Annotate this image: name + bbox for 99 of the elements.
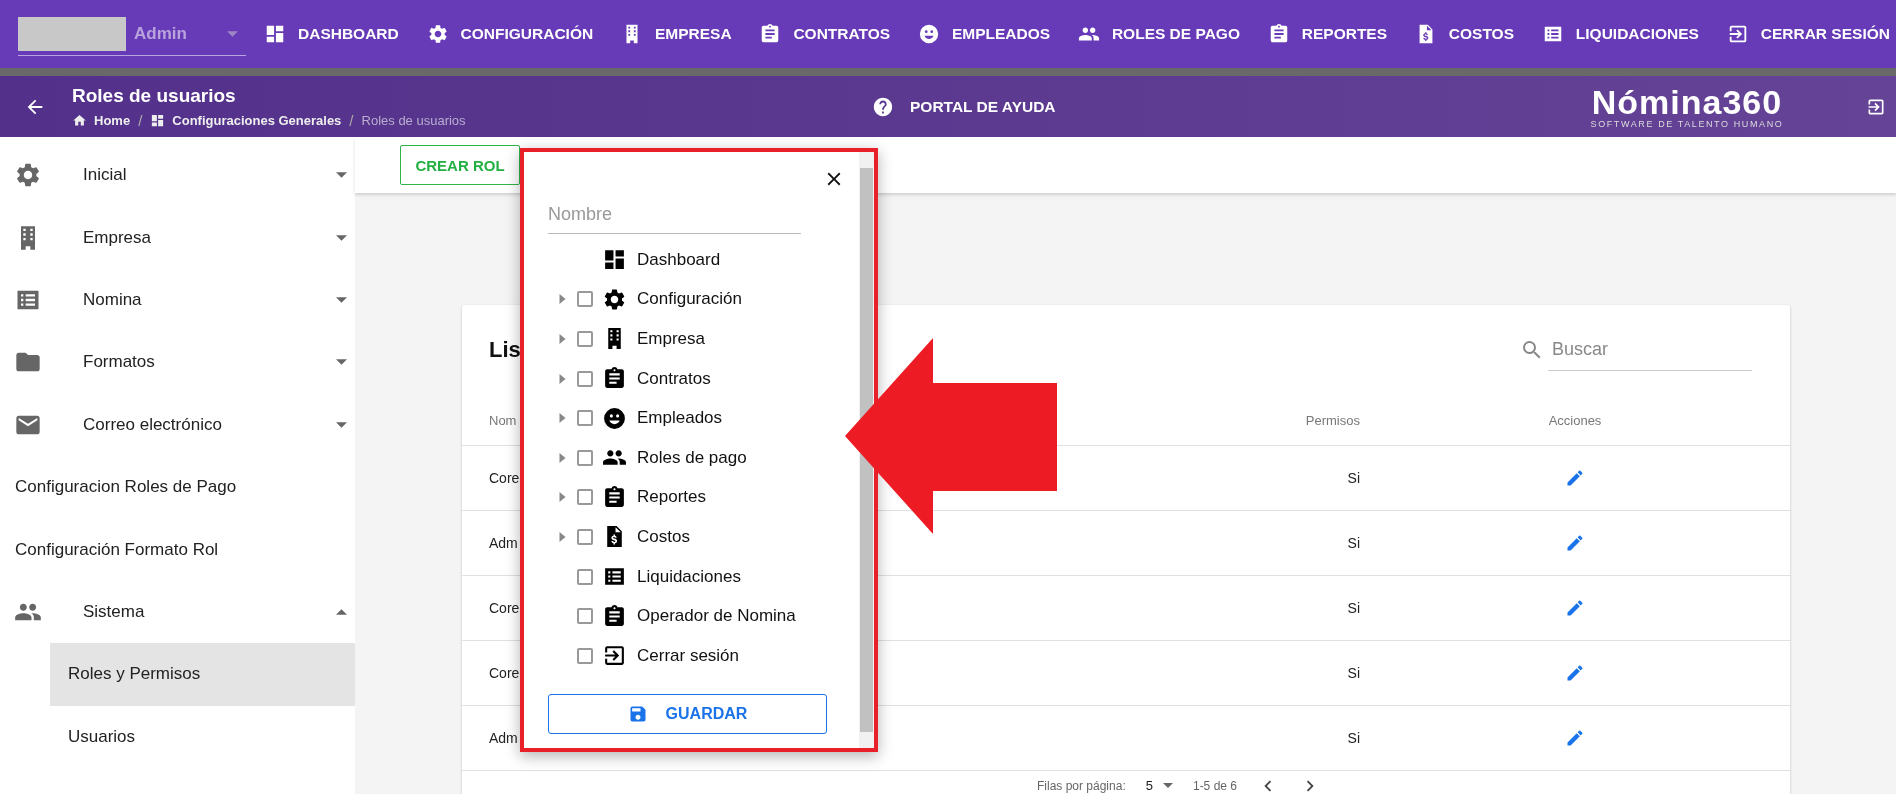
caret-icon xyxy=(336,608,347,615)
breadcrumb-separator: / xyxy=(138,111,143,129)
tree-item-label[interactable]: Configuración xyxy=(637,289,742,310)
column-header: Nom xyxy=(489,412,517,428)
breadcrumb-link[interactable]: Configuraciones Generales xyxy=(150,112,342,128)
checkbox[interactable] xyxy=(577,410,593,427)
checkbox[interactable] xyxy=(577,291,593,308)
nav-link[interactable]: LIQUIDACIONES xyxy=(1541,23,1699,45)
column-header: Permisos xyxy=(1305,412,1360,428)
edit-icon[interactable] xyxy=(1565,728,1585,748)
page-range: 1-5 de 6 xyxy=(1192,778,1237,793)
nav-link[interactable]: EMPRESA xyxy=(620,23,732,45)
breadcrumb-separator: / xyxy=(349,111,354,129)
table-cell: Core xyxy=(489,470,520,486)
checkbox[interactable] xyxy=(577,489,593,506)
checkbox[interactable] xyxy=(577,449,593,466)
sidebar-subitem[interactable]: Roles y Permisos xyxy=(50,643,355,706)
dashboard-icon xyxy=(264,23,286,45)
sidebar-item[interactable]: Empresa xyxy=(0,206,355,269)
expand-icon[interactable] xyxy=(559,452,566,463)
clipboard-icon xyxy=(602,484,627,510)
nav-link[interactable]: CONFIGURACIÓN xyxy=(426,23,594,45)
expand-icon[interactable] xyxy=(559,334,566,344)
nav-link[interactable]: ROLES DE PAGO xyxy=(1077,23,1240,45)
caret-icon xyxy=(336,234,347,241)
expand-icon[interactable] xyxy=(559,492,566,503)
home-icon xyxy=(72,112,87,128)
help-link[interactable]: PORTAL DE AYUDA xyxy=(872,95,1056,118)
save-button[interactable]: GUARDAR xyxy=(548,694,827,734)
caret-icon xyxy=(227,30,238,37)
nav-link[interactable]: EMPLEADOS xyxy=(917,23,1051,45)
table-cell: Adm xyxy=(489,535,518,551)
table-cell: Core xyxy=(489,600,520,616)
nav-link[interactable]: COSTOS xyxy=(1414,23,1514,45)
expand-icon[interactable] xyxy=(559,294,566,305)
tree-item-label[interactable]: Dashboard xyxy=(637,249,721,270)
tree-item-label[interactable]: Cerrar sesión xyxy=(637,645,740,666)
breadcrumb-link[interactable]: Home xyxy=(72,112,131,128)
edit-icon[interactable] xyxy=(1565,598,1585,618)
scrollbar[interactable] xyxy=(859,152,874,748)
checkbox[interactable] xyxy=(577,331,593,347)
sidebar-subitem[interactable]: Usuarios xyxy=(50,705,355,768)
nav-link[interactable]: DASHBOARD xyxy=(264,23,399,45)
table-cell: Adm xyxy=(489,730,518,746)
logo-tagline: SOFTWARE DE TALENTO HUMANO xyxy=(1590,118,1784,129)
caret-icon xyxy=(336,172,347,179)
nav-link[interactable]: CERRAR SESIÓN xyxy=(1726,23,1890,45)
edit-icon[interactable] xyxy=(1565,533,1585,553)
page-title: Roles de usuarios xyxy=(72,84,237,107)
dashboard-icon xyxy=(150,112,166,128)
checkbox[interactable] xyxy=(577,608,593,625)
tree-item-label[interactable]: Roles de pago xyxy=(637,447,747,468)
edit-icon[interactable] xyxy=(1565,663,1585,683)
checkbox[interactable] xyxy=(577,370,593,387)
expand-icon[interactable] xyxy=(559,373,566,384)
caret-icon xyxy=(336,296,347,303)
table-cell: Core xyxy=(489,665,520,681)
tree-item-label[interactable]: Liquidaciones xyxy=(637,566,741,587)
checkbox[interactable] xyxy=(577,528,593,545)
sidebar-item[interactable]: Sistema xyxy=(0,580,355,644)
caret-icon xyxy=(336,359,347,366)
tree-item-label[interactable]: Reportes xyxy=(637,487,706,508)
tree-item-label[interactable]: Operador de Nomina xyxy=(637,606,796,627)
face-icon xyxy=(917,23,940,45)
settings-icon xyxy=(426,23,449,45)
sidebar-item[interactable]: Nomina xyxy=(0,268,355,332)
rows-per-page-label: Filas por página: xyxy=(1037,778,1126,793)
caret-icon xyxy=(336,421,347,428)
tree-item-label[interactable]: Empleados xyxy=(637,408,723,429)
edit-icon[interactable] xyxy=(1565,468,1585,488)
nav-link[interactable]: CONTRATOS xyxy=(759,23,891,45)
table-cell-text: Si xyxy=(1346,600,1360,616)
expand-icon[interactable] xyxy=(559,531,566,542)
expand-icon[interactable] xyxy=(559,413,566,424)
rows-per-page-select[interactable]: 5 xyxy=(1145,778,1173,793)
sidebar-item[interactable]: Inicial xyxy=(0,144,355,207)
checkbox[interactable] xyxy=(577,568,593,585)
sidebar-item[interactable]: Configuracion Roles de Pago xyxy=(0,455,355,519)
tree-item-label[interactable]: Costos xyxy=(637,526,690,547)
tree-item-label[interactable]: Contratos xyxy=(637,368,711,389)
clipboard-icon xyxy=(602,603,627,629)
table-cell-text: Si xyxy=(1346,535,1360,551)
sidebar-item[interactable]: Correo electrónico xyxy=(0,393,355,456)
logo-text: Nómina360 xyxy=(1591,84,1783,119)
caret-icon xyxy=(1162,783,1173,788)
face-icon xyxy=(602,405,627,431)
table-cell-text: Si xyxy=(1346,730,1360,746)
table-cell-text: Si xyxy=(1346,470,1360,486)
column-header: Acciones xyxy=(1548,412,1602,428)
tree-item-label[interactable]: Empresa xyxy=(637,329,706,349)
breadcrumb-current: Roles de usuarios xyxy=(361,112,466,128)
search-field[interactable]: Buscar xyxy=(1548,329,1752,371)
nav-link[interactable]: REPORTES xyxy=(1267,23,1388,45)
sidebar-item[interactable]: Formatos xyxy=(0,331,355,394)
table-cell-text: Si xyxy=(1346,665,1360,681)
checkbox[interactable] xyxy=(577,647,593,664)
help-icon xyxy=(872,95,894,118)
sidebar-item[interactable]: Configuración Formato Rol xyxy=(0,518,355,581)
card-title: Lis xyxy=(489,337,521,362)
